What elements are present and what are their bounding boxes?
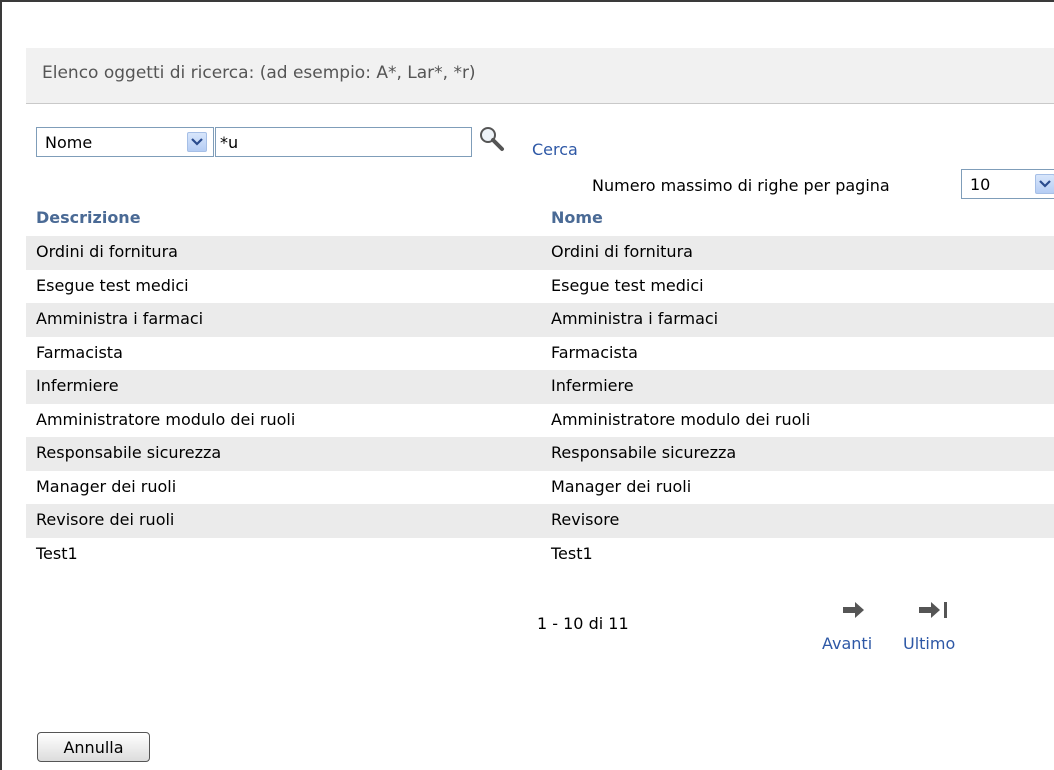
- rows-per-page-select[interactable]: 10: [961, 169, 1054, 199]
- search-link[interactable]: Cerca: [532, 140, 578, 159]
- rows-per-page-label: Numero massimo di righe per pagina: [592, 176, 890, 195]
- table-row[interactable]: Amministra i farmaci Amministra i farmac…: [26, 303, 1054, 337]
- row-description: Farmacista: [36, 342, 123, 362]
- row-description: Esegue test medici: [36, 275, 189, 295]
- results-table: Ordini di fornitura Ordini di fornitura …: [26, 236, 1054, 571]
- search-input[interactable]: [215, 127, 472, 157]
- arrow-right-icon[interactable]: [842, 600, 882, 620]
- table-row[interactable]: Test1 Test1: [26, 538, 1054, 572]
- column-header-description[interactable]: Descrizione: [36, 208, 141, 227]
- search-list-panel: Elenco oggetti di ricerca: (ad esempio: …: [0, 0, 1054, 770]
- row-name: Revisore: [551, 510, 620, 529]
- table-row[interactable]: Infermiere Infermiere: [26, 370, 1054, 404]
- row-name: Farmacista: [551, 342, 638, 362]
- table-row[interactable]: Ordini di fornitura Ordini di fornitura: [26, 236, 1054, 270]
- row-description: Test1: [36, 543, 78, 563]
- row-name: Test1: [551, 543, 593, 563]
- row-name: Esegue test medici: [551, 275, 704, 295]
- row-description: Infermiere: [36, 376, 119, 395]
- page-title: Elenco oggetti di ricerca: (ad esempio: …: [42, 63, 476, 83]
- last-page-link[interactable]: Ultimo: [903, 634, 955, 653]
- row-description: Revisore dei ruoli: [36, 510, 175, 529]
- table-row[interactable]: Esegue test medici Esegue test medici: [26, 270, 1054, 304]
- rows-per-page-value: 10: [970, 175, 991, 194]
- row-name: Manager dei ruoli: [551, 476, 692, 496]
- next-page-link[interactable]: Avanti: [822, 634, 872, 653]
- column-header-name[interactable]: Nome: [551, 208, 603, 227]
- search-list-header: Elenco oggetti di ricerca: (ad esempio: …: [26, 48, 1054, 104]
- chevron-down-icon[interactable]: [1035, 174, 1054, 194]
- row-name: Responsabile sicurezza: [551, 443, 737, 462]
- search-field-select[interactable]: Nome: [36, 127, 214, 157]
- cancel-button[interactable]: Annulla: [37, 732, 150, 762]
- magnifier-icon[interactable]: [477, 124, 507, 154]
- row-description: Manager dei ruoli: [36, 476, 177, 496]
- row-name: Amministratore modulo dei ruoli: [551, 409, 811, 429]
- pagination-range: 1 - 10 di 11: [537, 614, 629, 633]
- row-description: Ordini di fornitura: [36, 242, 178, 261]
- chevron-down-icon[interactable]: [187, 132, 207, 152]
- search-field-select-value: Nome: [45, 133, 93, 152]
- row-description: Responsabile sicurezza: [36, 443, 222, 462]
- row-name: Ordini di fornitura: [551, 242, 693, 261]
- table-row[interactable]: Amministratore modulo dei ruoli Amminist…: [26, 404, 1054, 438]
- row-name: Amministra i farmaci: [551, 309, 719, 328]
- table-row[interactable]: Farmacista Farmacista: [26, 337, 1054, 371]
- row-description: Amministra i farmaci: [36, 309, 204, 328]
- table-row[interactable]: Manager dei ruoli Manager dei ruoli: [26, 471, 1054, 505]
- arrow-right-bar-icon[interactable]: [918, 600, 958, 620]
- table-row[interactable]: Responsabile sicurezza Responsabile sicu…: [26, 437, 1054, 471]
- row-description: Amministratore modulo dei ruoli: [36, 409, 296, 429]
- row-name: Infermiere: [551, 376, 634, 395]
- table-row[interactable]: Revisore dei ruoli Revisore: [26, 504, 1054, 538]
